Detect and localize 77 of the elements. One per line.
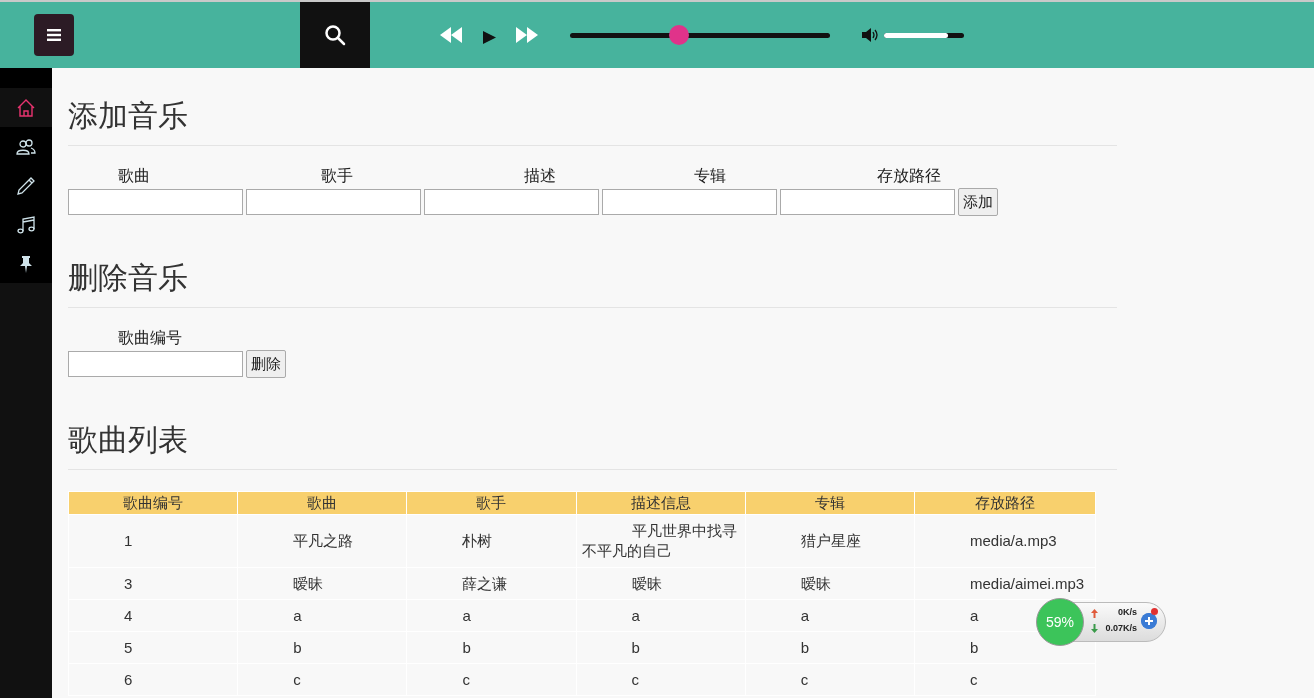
table-cell: 5 xyxy=(68,631,238,664)
table-cell: b xyxy=(745,631,915,664)
table-cell: 暧昧 xyxy=(237,567,407,600)
column-header: 专辑 xyxy=(745,491,915,515)
users-icon xyxy=(16,138,36,155)
table-cell: c xyxy=(914,663,1096,696)
upload-arrow-icon xyxy=(1091,609,1098,618)
upload-speed: 0K/s xyxy=(1118,607,1137,617)
table-cell: media/a.mp3 xyxy=(914,514,1096,568)
table-cell: c xyxy=(745,663,915,696)
add-button[interactable]: 添加 xyxy=(958,188,998,216)
menu-icon xyxy=(47,29,61,41)
search-button[interactable] xyxy=(300,2,370,68)
field-label: 歌曲编号 xyxy=(118,328,182,349)
table-cell: 朴树 xyxy=(406,514,577,568)
input-field[interactable] xyxy=(68,189,243,215)
table-cell: a xyxy=(406,599,577,632)
slider-thumb[interactable] xyxy=(669,25,690,45)
section-heading: 删除音乐 xyxy=(68,258,1117,308)
table-cell: 暧昧 xyxy=(745,567,915,600)
pencil-icon xyxy=(16,175,36,196)
table-cell: b xyxy=(576,631,746,664)
input-field[interactable] xyxy=(68,351,243,377)
input-field[interactable] xyxy=(780,189,955,215)
table-cell: 1 xyxy=(68,514,238,568)
table-cell: 暧昧 xyxy=(576,567,746,600)
table-cell: a xyxy=(237,599,407,632)
play-icon xyxy=(483,30,496,44)
column-header: 描述信息 xyxy=(576,491,746,515)
table-cell: 平凡之路 xyxy=(237,514,407,568)
plus-icon[interactable] xyxy=(1141,613,1157,629)
input-field[interactable] xyxy=(246,189,421,215)
rewind-button[interactable] xyxy=(440,27,462,43)
input-field[interactable] xyxy=(602,189,777,215)
field-label: 专辑 xyxy=(694,166,726,187)
menu-button[interactable] xyxy=(34,14,74,56)
download-arrow-icon xyxy=(1091,624,1098,633)
rewind-icon xyxy=(440,27,462,43)
table-cell: 薛之谦 xyxy=(406,567,577,600)
search-icon xyxy=(324,24,346,46)
section-heading: 歌曲列表 xyxy=(68,420,1117,470)
home-icon xyxy=(16,97,36,118)
table-cell: media/aimei.mp3 xyxy=(914,567,1096,600)
download-speed: 0.07K/s xyxy=(1105,623,1137,633)
section-heading: 添加音乐 xyxy=(68,96,1117,146)
table-cell: 猎户星座 xyxy=(745,514,915,568)
column-header: 存放路径 xyxy=(914,491,1096,515)
table-cell: b xyxy=(406,631,577,664)
table-cell: c xyxy=(576,663,746,696)
input-field[interactable] xyxy=(424,189,599,215)
table-cell: c xyxy=(237,663,407,696)
table-cell: 平凡世界中找寻不平凡的自己 xyxy=(576,514,746,568)
fast-forward-icon xyxy=(516,27,538,43)
column-header: 歌手 xyxy=(406,491,577,515)
music-note-icon xyxy=(16,214,36,235)
table-cell: 4 xyxy=(68,599,238,632)
notification-dot xyxy=(1151,608,1158,615)
field-label: 歌曲 xyxy=(118,166,150,187)
memory-usage-ball: 59% xyxy=(1036,598,1084,646)
table-cell: c xyxy=(406,663,577,696)
field-label: 存放路径 xyxy=(877,166,941,187)
delete-button[interactable]: 删除 xyxy=(246,350,286,378)
pushpin-icon xyxy=(19,254,33,273)
table-cell: 6 xyxy=(68,663,238,696)
column-header: 歌曲 xyxy=(237,491,407,515)
speaker-icon xyxy=(862,28,880,42)
column-header: 歌曲编号 xyxy=(68,491,238,515)
play-button[interactable] xyxy=(483,30,496,44)
volume-slider[interactable] xyxy=(884,32,964,38)
table-cell: a xyxy=(745,599,915,632)
field-label: 歌手 xyxy=(321,166,353,187)
table-cell: 3 xyxy=(68,567,238,600)
fast-forward-button[interactable] xyxy=(516,27,538,43)
table-cell: a xyxy=(576,599,746,632)
field-label: 描述 xyxy=(524,166,556,187)
table-cell: b xyxy=(237,631,407,664)
progress-slider[interactable] xyxy=(570,25,830,45)
